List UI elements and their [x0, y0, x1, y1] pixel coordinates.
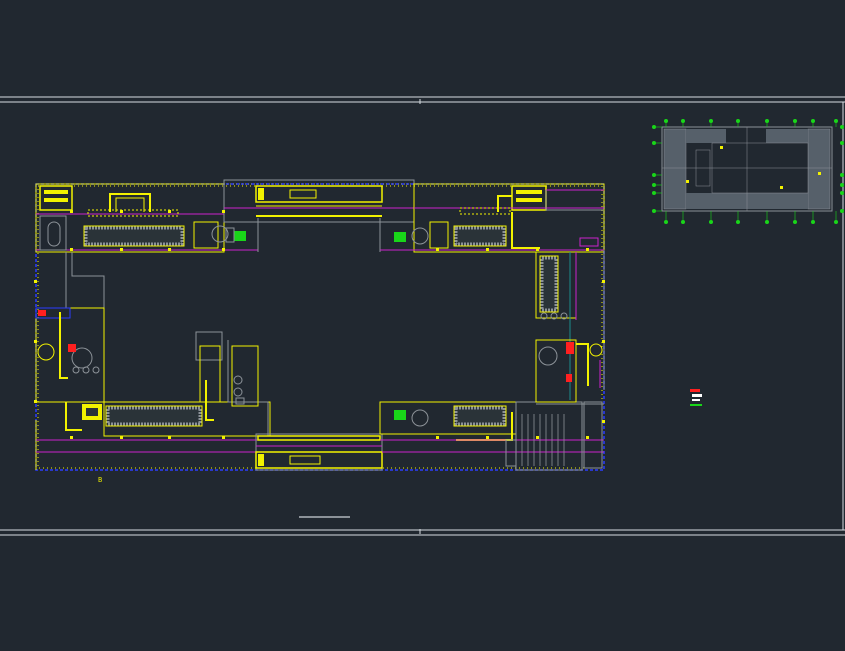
cad-model-space	[0, 96, 845, 536]
right-wing	[535, 250, 605, 405]
red-marker-1	[38, 310, 46, 316]
main-floor-plan[interactable]	[34, 179, 605, 471]
green-unit-2	[394, 232, 406, 242]
legend-swatches	[690, 389, 702, 406]
green-unit-3	[394, 410, 406, 420]
legend-white-swatch	[692, 394, 702, 397]
legend-green-swatch	[690, 404, 702, 406]
top-right-wing	[380, 183, 605, 253]
stairwell	[515, 401, 583, 471]
red-marker-4	[566, 374, 572, 382]
bottom-center-block	[255, 433, 383, 471]
bottom-right-block	[379, 401, 604, 471]
green-unit-1	[234, 231, 246, 241]
legend-white-swatch-2	[692, 399, 700, 401]
top-center-block	[223, 179, 415, 252]
top-left-wing	[35, 183, 258, 253]
key-plan[interactable]	[652, 119, 844, 224]
cad-drawing-canvas[interactable]: B	[0, 0, 845, 651]
red-marker-3	[566, 342, 574, 354]
key-plan-hatch-left	[663, 128, 687, 210]
drawing-scale-text: B	[98, 476, 103, 484]
red-marker-2	[68, 344, 76, 352]
legend-red-swatch	[690, 389, 700, 392]
key-plan-hatch-right	[807, 128, 831, 210]
